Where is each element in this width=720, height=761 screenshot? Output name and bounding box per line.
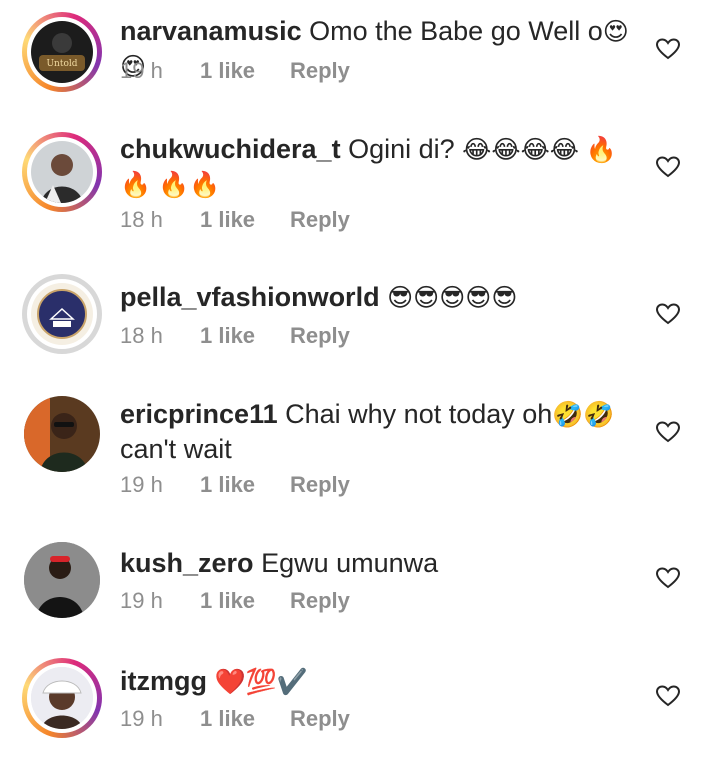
comment-body: Egwu umunwa xyxy=(253,548,439,578)
like-count[interactable]: 1 like xyxy=(200,58,290,84)
user-avatar-icon xyxy=(37,289,87,339)
avatar[interactable] xyxy=(22,132,102,212)
comment-body xyxy=(207,666,215,696)
like-count[interactable]: 1 like xyxy=(200,207,290,233)
comment-meta: 19 h 1 like Reply xyxy=(120,706,350,732)
username[interactable]: kush_zero xyxy=(120,548,254,578)
like-count[interactable]: 1 like xyxy=(200,472,290,498)
user-avatar-icon xyxy=(31,667,93,729)
reply-button[interactable]: Reply xyxy=(290,58,350,84)
comment-meta: 19 h 1 like Reply xyxy=(120,588,350,614)
like-count[interactable]: 1 like xyxy=(200,706,290,732)
comment-meta: 18 h 1 like Reply xyxy=(120,207,350,233)
timestamp: 19 h xyxy=(120,472,163,497)
comment-body: Omo the Babe go Well o xyxy=(301,16,603,46)
timestamp: 19 h xyxy=(120,706,163,731)
avatar[interactable] xyxy=(22,274,102,354)
heart-outline-icon[interactable] xyxy=(656,421,680,443)
comment-meta: 18 h 1 like Reply xyxy=(120,323,350,349)
timestamp: 19 h xyxy=(120,588,163,613)
heart-outline-icon[interactable] xyxy=(656,156,680,178)
comment-body xyxy=(380,282,388,312)
avatar[interactable] xyxy=(22,658,102,738)
username[interactable]: chukwuchidera_t xyxy=(120,134,341,164)
comment-text: chukwuchidera_t Ogini di? 😂😂😂😂 🔥🔥 🔥🔥 xyxy=(120,132,630,202)
avatar[interactable] xyxy=(22,394,102,474)
user-avatar-icon: Untold xyxy=(39,33,85,71)
heart-outline-icon[interactable] xyxy=(656,303,680,325)
comment-text: kush_zero Egwu umunwa xyxy=(120,546,630,580)
emoji: 😎😎😎😎😎 xyxy=(387,284,518,312)
timestamp: 19 h xyxy=(120,58,163,83)
avatar[interactable]: Untold xyxy=(22,12,102,92)
reply-button[interactable]: Reply xyxy=(290,706,350,732)
reply-button[interactable]: Reply xyxy=(290,472,350,498)
comment-body: Chai why not today oh xyxy=(277,399,553,429)
heart-outline-icon[interactable] xyxy=(656,567,680,589)
timestamp: 18 h xyxy=(120,207,163,232)
comment-text: itzmgg ❤️💯✔️ xyxy=(120,664,630,699)
svg-text:Untold: Untold xyxy=(46,59,77,69)
user-avatar-icon xyxy=(41,154,83,203)
comment-text: ericprince11 Chai why not today oh🤣🤣 can… xyxy=(120,397,630,466)
username[interactable]: itzmgg xyxy=(120,666,207,696)
heart-outline-icon[interactable] xyxy=(656,38,680,60)
reply-button[interactable]: Reply xyxy=(290,323,350,349)
reply-button[interactable]: Reply xyxy=(290,207,350,233)
comment-meta: 19 h 1 like Reply xyxy=(120,58,350,84)
emoji: ❤️💯✔️ xyxy=(214,668,308,696)
reply-button[interactable]: Reply xyxy=(290,588,350,614)
comment-body: Ogini di? xyxy=(340,134,463,164)
avatar[interactable] xyxy=(22,540,102,620)
user-avatar-icon xyxy=(24,542,100,618)
comment-body-continued: can't wait xyxy=(120,434,232,464)
comment-text: pella_vfashionworld 😎😎😎😎😎 xyxy=(120,280,630,315)
like-count[interactable]: 1 like xyxy=(200,323,290,349)
username[interactable]: pella_vfashionworld xyxy=(120,282,380,312)
comment-meta: 19 h 1 like Reply xyxy=(120,472,350,498)
like-count[interactable]: 1 like xyxy=(200,588,290,614)
timestamp: 18 h xyxy=(120,323,163,348)
heart-outline-icon[interactable] xyxy=(656,685,680,707)
username[interactable]: ericprince11 xyxy=(120,399,278,429)
user-avatar-icon xyxy=(24,396,88,472)
username[interactable]: narvanamusic xyxy=(120,16,302,46)
emoji: 🤣🤣 xyxy=(552,401,615,429)
